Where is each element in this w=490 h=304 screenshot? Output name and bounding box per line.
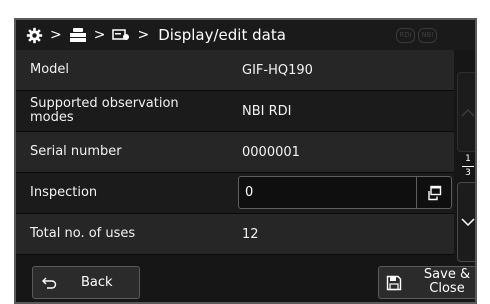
processor-icon[interactable] — [69, 27, 87, 43]
row-value: 0000001 — [242, 144, 300, 160]
screen-frame: > > > Display/edit data RDI NBI Model GI… — [14, 18, 477, 304]
save-close-button[interactable]: Save & Close — [378, 266, 475, 299]
row-label: Total no. of uses — [30, 226, 136, 241]
breadcrumb-separator: > — [93, 27, 106, 43]
table-row: Serial number 0000001 — [16, 132, 454, 173]
breadcrumb-separator: > — [137, 27, 150, 43]
breadcrumb-separator: > — [50, 27, 62, 43]
row-label: Model — [30, 62, 70, 77]
table-row: Supported observation modes NBI RDI — [16, 91, 454, 132]
nbi-mode-badge: NBI — [418, 28, 437, 43]
scroll-up-button[interactable] — [457, 72, 475, 152]
mode-badges: RDI NBI — [396, 28, 437, 43]
popup-window-icon[interactable] — [416, 177, 451, 208]
table-row: Total no. of uses 12 — [16, 214, 454, 255]
footer-bar: Back Save & Close — [16, 262, 475, 302]
row-label: Inspection — [30, 185, 98, 200]
total-pages: 3 — [465, 168, 471, 178]
page-indicator: 1 3 — [457, 154, 475, 180]
inspection-value: 0 — [245, 185, 254, 200]
row-value: NBI RDI — [242, 103, 292, 119]
data-table: Model GIF-HQ190 Supported observation mo… — [16, 50, 454, 255]
back-button[interactable]: Back — [32, 266, 140, 299]
back-arrow-icon — [41, 276, 57, 294]
save-close-label: Save & Close — [423, 267, 471, 296]
header-bar: > > > Display/edit data RDI NBI — [16, 20, 475, 50]
page-divider — [462, 166, 474, 167]
table-row: Model GIF-HQ190 — [16, 50, 454, 91]
table-row: Inspection 0 — [16, 173, 454, 214]
back-label: Back — [81, 275, 113, 290]
scope-icon[interactable] — [112, 28, 130, 42]
scroll-down-button[interactable] — [457, 182, 475, 262]
rdi-mode-badge: RDI — [396, 28, 415, 43]
row-value: 12 — [242, 226, 259, 242]
row-label: Serial number — [30, 144, 122, 159]
save-icon — [386, 275, 402, 295]
chevron-up-icon — [461, 108, 475, 117]
page-title: Display/edit data — [158, 26, 286, 44]
breadcrumb: > > > Display/edit data — [26, 25, 286, 45]
inspection-input[interactable]: 0 — [238, 176, 452, 209]
chevron-down-icon — [461, 217, 475, 226]
current-page: 1 — [465, 154, 471, 164]
gear-icon[interactable] — [26, 27, 43, 44]
row-label: Supported observation modes — [30, 96, 179, 125]
row-value: GIF-HQ190 — [242, 62, 313, 78]
